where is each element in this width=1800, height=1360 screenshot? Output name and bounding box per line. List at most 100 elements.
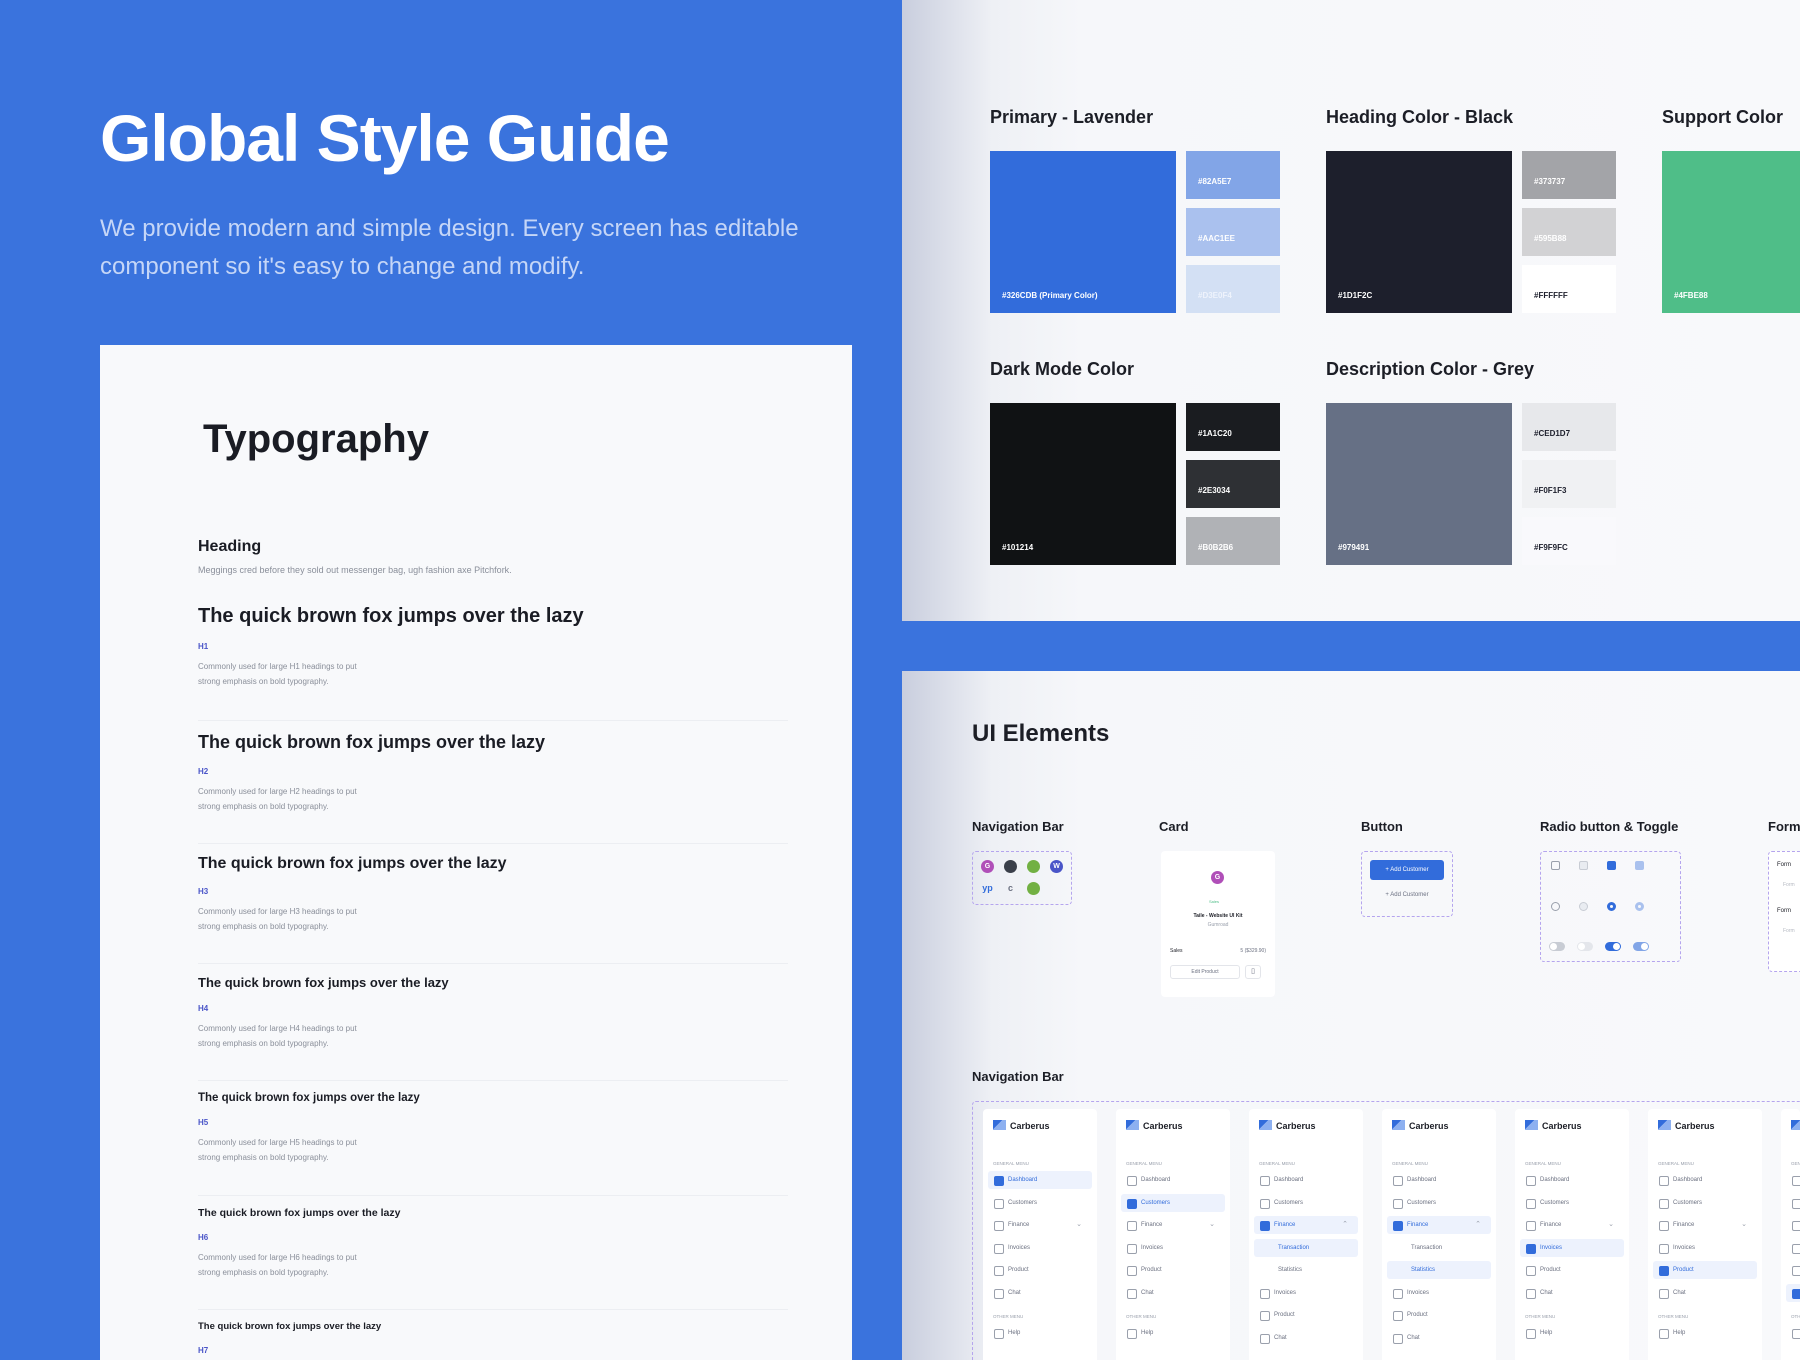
radio-unchecked[interactable] xyxy=(1551,902,1560,911)
nav-item-product[interactable]: Product xyxy=(1653,1261,1757,1279)
nav-item-label: Chat xyxy=(1540,1289,1553,1296)
form-input[interactable]: Form xyxy=(1783,882,1795,888)
nav-subitem-statistics[interactable]: Statistics xyxy=(1387,1261,1491,1279)
nav-item-finance[interactable]: Finance⌄ xyxy=(1653,1216,1757,1234)
nav-item-product[interactable]: Product xyxy=(1520,1261,1624,1279)
primary-swatch: #326CDB (Primary Color) xyxy=(990,151,1176,313)
nav-item-help[interactable]: Help xyxy=(1121,1324,1225,1342)
add-customer-button[interactable]: + Add Customer xyxy=(1370,860,1444,880)
nav-item-product[interactable]: Product xyxy=(988,1261,1092,1279)
brand-name: Carberus xyxy=(1143,1121,1183,1131)
swatch-label: #82A5E7 xyxy=(1198,177,1232,186)
brand-mark-icon xyxy=(1392,1120,1405,1130)
brand-mark-icon xyxy=(1525,1120,1538,1130)
form-input[interactable]: Form xyxy=(1783,928,1795,934)
add-customer-ghost-button[interactable]: + Add Customer xyxy=(1370,886,1444,904)
nav-item-dashboard[interactable]: Dashboard xyxy=(988,1171,1092,1189)
nav-item-help[interactable]: Help xyxy=(1520,1324,1624,1342)
swatch-label: #1A1C20 xyxy=(1198,429,1232,438)
nav-item-customers[interactable]: Customers xyxy=(1786,1194,1800,1212)
nav-item-customers[interactable]: Customers xyxy=(1121,1193,1225,1212)
radio-disabled[interactable] xyxy=(1579,902,1588,911)
nav-item-invoices[interactable]: Invoices xyxy=(1653,1239,1757,1257)
nav-item-customers[interactable]: Customers xyxy=(1520,1194,1624,1212)
nav-item-chat[interactable]: Chat xyxy=(1121,1284,1225,1302)
nav-item-dashboard[interactable]: Dashboard xyxy=(1520,1171,1624,1189)
nav-item-help[interactable]: Help xyxy=(1786,1324,1800,1342)
nav-item-help[interactable]: Help xyxy=(1653,1324,1757,1342)
sample-text: The quick brown fox jumps over the lazy xyxy=(198,732,546,752)
logo-grid: G W yp c xyxy=(972,851,1072,905)
nav-item-chat[interactable]: Chat xyxy=(1254,1329,1358,1347)
nav-item-finance[interactable]: Finance ⌃ xyxy=(1387,1216,1491,1234)
typography-sample-h1: The quick brown fox jumps over the lazy H… xyxy=(198,605,788,721)
nav-item-invoices[interactable]: Invoices xyxy=(1121,1239,1225,1257)
nav-item-product[interactable]: Product xyxy=(1254,1306,1358,1324)
nav-item-dashboard[interactable]: Dashboard xyxy=(1653,1171,1757,1189)
nav-item-chat[interactable]: Chat xyxy=(1520,1284,1624,1302)
nav-item-finance[interactable]: Finance⌄ xyxy=(1786,1216,1800,1234)
brand-logo: Carberus xyxy=(1126,1120,1183,1131)
checkbox-disabled[interactable] xyxy=(1579,861,1588,870)
toggle-on-disabled[interactable] xyxy=(1633,942,1649,951)
nav-item-invoices[interactable]: Invoices xyxy=(988,1239,1092,1257)
nav-item-customers[interactable]: Customers xyxy=(1254,1194,1358,1212)
nav-item-chat[interactable]: Chat xyxy=(1387,1329,1491,1347)
nav-item-finance[interactable]: Finance⌄ xyxy=(1520,1216,1624,1234)
dark-color-group: Dark Mode Color #101214 #1A1C20 #2E3034 … xyxy=(990,359,1280,565)
product-vendor: Gumroad xyxy=(1207,922,1229,928)
nav-item-product[interactable]: Product xyxy=(1121,1261,1225,1279)
nav-item-product[interactable]: Product xyxy=(1786,1261,1800,1279)
swatch-label: #AAC1EE xyxy=(1198,234,1235,243)
nav-item-chat[interactable]: Chat xyxy=(1786,1283,1800,1302)
toggle-on[interactable] xyxy=(1605,942,1621,951)
nav-item-finance[interactable]: Finance⌄ xyxy=(1121,1216,1225,1234)
nav-item-invoices[interactable]: Invoices xyxy=(1786,1239,1800,1257)
delete-icon[interactable]: ▯ xyxy=(1245,965,1261,979)
nav-subitem-transaction[interactable]: Transaction xyxy=(1387,1239,1491,1257)
heading-label: Heading xyxy=(198,538,262,555)
brand-logo: Carberus xyxy=(1791,1120,1800,1131)
typography-sample-h5: The quick brown fox jumps over the lazy H… xyxy=(198,1092,788,1196)
radio-checked[interactable] xyxy=(1607,902,1616,911)
nav-item-help[interactable]: Help xyxy=(988,1324,1092,1342)
nav-item-dashboard[interactable]: Dashboard xyxy=(1254,1171,1358,1189)
product-name: Taile - Website UI Kit xyxy=(1193,913,1243,919)
nav-item-finance[interactable]: Finance⌄ xyxy=(988,1216,1092,1234)
nav-item-invoices[interactable]: Invoices xyxy=(1520,1238,1624,1257)
nav-item-chat[interactable]: Chat xyxy=(988,1284,1092,1302)
nav-item-dashboard[interactable]: Dashboard xyxy=(1121,1171,1225,1189)
nav-item-product[interactable]: Product xyxy=(1387,1306,1491,1324)
nav-item-customers[interactable]: Customers xyxy=(1387,1194,1491,1212)
nav-item-invoices[interactable]: Invoices xyxy=(1387,1284,1491,1302)
dark-swatch: #101214 xyxy=(990,403,1176,565)
nav-section-label: GENERAL MENU xyxy=(1259,1161,1295,1166)
nav-item-chat[interactable]: Chat xyxy=(1653,1284,1757,1302)
checkbox-unchecked[interactable] xyxy=(1551,861,1560,870)
primary-color-title: Primary - Lavender xyxy=(990,107,1154,127)
brand-logo: Carberus xyxy=(993,1120,1050,1131)
checkbox-checked-disabled[interactable] xyxy=(1635,861,1644,870)
nav-item-finance[interactable]: Finance ⌃ xyxy=(1254,1216,1358,1234)
nav-subitem-transaction[interactable]: Transaction xyxy=(1254,1238,1358,1257)
nav-section-label: OTHER MENU xyxy=(1791,1314,1800,1319)
nav-item-invoices[interactable]: Invoices xyxy=(1254,1284,1358,1302)
logo-icon xyxy=(1027,882,1040,895)
toggle-off[interactable] xyxy=(1549,942,1565,951)
radio-checked-disabled[interactable] xyxy=(1635,902,1644,911)
toggle-off-disabled[interactable] xyxy=(1577,942,1593,951)
heading-level-tag: H2 xyxy=(198,767,209,776)
nav-variant: Carberus GENERAL MENU Dashboard Customers Fi… xyxy=(1515,1109,1629,1360)
swatch-label: #2E3034 xyxy=(1198,486,1231,495)
nav-variant: Carberus GENERAL MENU Dashboard Customers Fi… xyxy=(1249,1109,1363,1360)
nav-item-dashboard[interactable]: Dashboard xyxy=(1786,1171,1800,1189)
nav-item-customers[interactable]: Customers xyxy=(988,1194,1092,1212)
description-tint-1: #CED1D7 xyxy=(1522,403,1616,451)
description-tint-2: #F0F1F3 xyxy=(1522,460,1616,508)
nav-item-customers[interactable]: Customers xyxy=(1653,1194,1757,1212)
nav-item-dashboard[interactable]: Dashboard xyxy=(1387,1171,1491,1189)
logo-icon: c xyxy=(1007,883,1013,893)
nav-subitem-statistics[interactable]: Statistics xyxy=(1254,1261,1358,1279)
edit-product-button[interactable]: Edit Product xyxy=(1170,965,1240,979)
checkbox-checked[interactable] xyxy=(1607,861,1616,870)
